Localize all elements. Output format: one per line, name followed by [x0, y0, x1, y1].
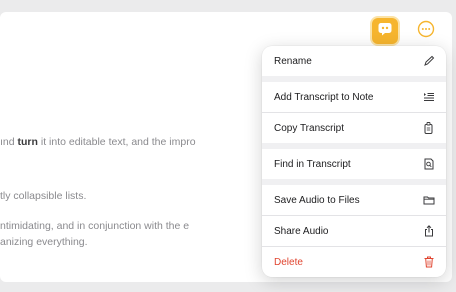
folder-icon — [422, 193, 436, 207]
trash-icon — [422, 255, 436, 269]
note-text-segment: it into editable text, and the impro — [37, 136, 196, 148]
context-menu: Rename Add Transcript to Note Copy Trans… — [262, 46, 446, 277]
text-insert-icon — [422, 90, 436, 104]
more-options-button[interactable] — [416, 20, 436, 43]
menu-item-label: Save Audio to Files — [274, 194, 360, 206]
note-text-bold: turn — [17, 136, 38, 148]
menu-item-copy-transcript[interactable]: Copy Transcript — [262, 112, 446, 143]
pencil-icon — [422, 54, 436, 68]
note-text-line: anizing everything. — [0, 236, 88, 248]
menu-item-label: Share Audio — [274, 225, 329, 237]
menu-item-label: Rename — [274, 55, 312, 67]
menu-item-find-transcript[interactable]: Find in Transcript — [262, 149, 446, 179]
transcript-quote-icon — [377, 21, 393, 42]
menu-item-add-transcript[interactable]: Add Transcript to Note — [262, 82, 446, 112]
menu-item-label: Copy Transcript — [274, 122, 345, 134]
menu-item-label: Find in Transcript — [274, 158, 351, 170]
share-icon — [422, 224, 436, 238]
note-text-line: tly collapsible lists. — [0, 190, 87, 202]
menu-item-label: Add Transcript to Note — [274, 91, 374, 103]
menu-item-save-audio[interactable]: Save Audio to Files — [262, 185, 446, 215]
doc-search-icon — [422, 157, 436, 171]
ellipsis-circle-icon — [417, 20, 435, 43]
transcript-button[interactable] — [372, 18, 398, 44]
menu-item-share-audio[interactable]: Share Audio — [262, 215, 446, 246]
note-text-segment: ınd — [0, 136, 18, 148]
note-text-line: ınd turn it into editable text, and the … — [0, 136, 196, 148]
copy-doc-icon — [422, 121, 436, 135]
menu-item-label: Delete — [274, 256, 303, 268]
menu-item-delete[interactable]: Delete — [262, 246, 446, 277]
menu-item-rename[interactable]: Rename — [262, 46, 446, 76]
note-text-line: ntimidating, and in conjunction with the… — [0, 220, 190, 232]
